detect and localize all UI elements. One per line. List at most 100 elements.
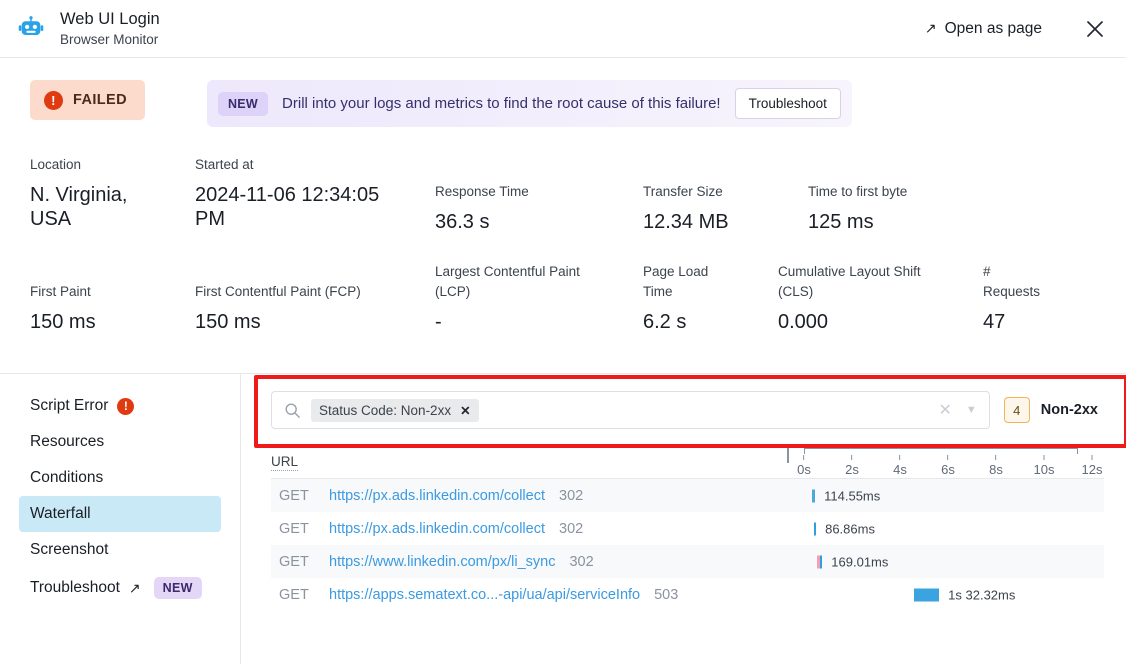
- sidebar-item-troubleshoot[interactable]: Troubleshoot ↗ NEW: [19, 568, 221, 608]
- metric-value: N. Virginia, USA: [30, 183, 128, 230]
- metric-value: 150 ms: [30, 310, 96, 333]
- waterfall-bar-label: 1s 32.32ms: [948, 587, 1016, 602]
- sidebar-item-waterfall[interactable]: Waterfall: [19, 496, 221, 532]
- waterfall-bar-label: 169.01ms: [831, 554, 889, 569]
- metric-label: Time to first byte: [808, 184, 908, 199]
- metrics-row-2: First Paint 150 ms First Contentful Pain…: [30, 260, 1106, 334]
- sidebar-item-screenshot[interactable]: Screenshot: [19, 532, 221, 568]
- metric-label: Largest Contentful Paint (LCP): [435, 264, 580, 299]
- open-as-page-button[interactable]: ↗ Open as page: [925, 20, 1042, 38]
- axis-tick: 8s: [989, 455, 1003, 477]
- request-status-code: 503: [654, 586, 679, 603]
- robot-icon: [14, 12, 48, 46]
- waterfall-bar-area: 86.86ms: [787, 512, 1078, 545]
- metric-label: First Contentful Paint (FCP): [195, 284, 361, 299]
- table-row[interactable]: GET https://apps.sematext.co...-api/ua/ap…: [271, 578, 1104, 611]
- axis-tick: 4s: [893, 455, 907, 477]
- metric-label: # Requests: [983, 264, 1041, 299]
- metric-label: Cumulative Layout Shift (CLS): [778, 264, 921, 299]
- waterfall-content: Status Code: Non-2xx ✕ ✕ ▼ 4 Non-2xx URL: [241, 374, 1126, 664]
- search-input[interactable]: Status Code: Non-2xx ✕ ✕ ▼: [271, 391, 990, 429]
- search-row: Status Code: Non-2xx ✕ ✕ ▼ 4 Non-2xx: [271, 391, 1104, 429]
- request-url-link[interactable]: https://px.ads.linkedin.com/collect: [329, 488, 545, 504]
- request-status-code: 302: [559, 520, 584, 537]
- new-badge: NEW: [153, 577, 202, 599]
- metric-value: 47: [983, 310, 1006, 333]
- result-count-group: 4 Non-2xx: [1003, 397, 1104, 423]
- exclamation-circle-icon: !: [44, 90, 63, 110]
- metric-time-to-first-byte: Time to first byte 125 ms: [808, 155, 988, 234]
- open-as-page-label: Open as page: [944, 19, 1042, 37]
- request-url-link[interactable]: https://apps.sematext.co...-api/ua/api/s…: [329, 587, 640, 603]
- request-method: GET: [279, 553, 309, 570]
- waterfall-bar-segment: [819, 555, 823, 568]
- axis-tick-mark: [851, 455, 853, 460]
- waterfall-bar: 1s 32.32ms: [914, 587, 1015, 602]
- result-count-label: Non-2xx: [1040, 402, 1098, 418]
- metric-label: Started at: [195, 157, 254, 172]
- arrow-up-right-icon: ↗: [924, 20, 937, 36]
- axis-tick-mark: [1043, 455, 1045, 460]
- metrics-grid: Location N. Virginia, USA Started at 202…: [0, 155, 1126, 334]
- timeline-axis: 0s 2s 4s 6s 8s 10s 12s: [787, 448, 1102, 477]
- summary-panel: ! FAILED NEW Drill into your logs and me…: [0, 58, 1126, 374]
- exclamation-circle-icon: !: [117, 397, 135, 415]
- clear-icon[interactable]: ✕: [938, 400, 951, 420]
- waterfall-bar: 169.01ms: [817, 554, 888, 569]
- axis-origin-mark: [787, 448, 789, 463]
- waterfall-bar-label: 114.55ms: [824, 488, 881, 503]
- metric-value: -: [435, 310, 442, 333]
- close-icon[interactable]: ✕: [460, 403, 470, 418]
- metric-value: 150 ms: [195, 310, 261, 333]
- table-header-row: URL 0s 2s 4s 6s 8s 10s 12s: [271, 445, 1104, 479]
- new-badge: NEW: [217, 91, 269, 116]
- axis-tick: 0s: [797, 455, 811, 477]
- table-row[interactable]: GET https://px.ads.linkedin.com/collect 30…: [271, 512, 1104, 545]
- troubleshoot-button[interactable]: Troubleshoot: [734, 88, 841, 119]
- promo-banner: NEW Drill into your logs and metrics to …: [206, 80, 852, 127]
- metric-value: 6.2 s: [643, 310, 687, 333]
- metric-label: First Paint: [30, 284, 91, 299]
- metric-fcp: First Contentful Paint (FCP) 150 ms: [195, 260, 435, 334]
- request-url-link[interactable]: https://px.ads.linkedin.com/collect: [329, 521, 545, 537]
- sidebar-item-label: Resources: [30, 433, 105, 450]
- metric-label: Transfer Size: [643, 184, 723, 199]
- filter-chip-status-code[interactable]: Status Code: Non-2xx ✕: [311, 398, 479, 422]
- sidebar-item-script-error[interactable]: Script Error !: [19, 388, 221, 424]
- axis-bracket: [804, 448, 1078, 454]
- metric-started-at: Started at 2024-11-06 12:34:05 PM: [195, 155, 435, 234]
- waterfall-table: URL 0s 2s 4s 6s 8s 10s 12s GET https://px.ads.l…: [271, 445, 1104, 611]
- sidebar-item-resources[interactable]: Resources: [19, 424, 221, 460]
- request-method: GET: [279, 487, 309, 504]
- request-method: GET: [279, 520, 309, 537]
- axis-tick-mark: [995, 455, 997, 460]
- sidebar-item-label: Waterfall: [30, 505, 91, 522]
- page-title: Web UI Login: [60, 10, 160, 29]
- axis-tick-mark: [899, 455, 901, 460]
- result-count-badge: 4: [1003, 397, 1030, 423]
- metric-value: 12.34 MB: [643, 210, 729, 233]
- close-icon[interactable]: [1082, 16, 1108, 42]
- axis-tick: 10s: [1034, 455, 1054, 477]
- sidebar-item-conditions[interactable]: Conditions: [19, 460, 221, 496]
- waterfall-bar: 114.55ms: [812, 488, 880, 503]
- chevron-down-icon[interactable]: ▼: [966, 404, 977, 416]
- metric-label: Response Time: [435, 184, 529, 199]
- column-header-url[interactable]: URL: [271, 454, 299, 471]
- search-icon: [284, 402, 301, 419]
- metric-value: 0.000: [778, 310, 829, 333]
- request-status-code: 302: [559, 487, 584, 504]
- metric-response-time: Response Time 36.3 s: [435, 155, 643, 234]
- axis-tick: 6s: [941, 455, 955, 477]
- waterfall-bar-segment: [914, 588, 940, 601]
- monitor-type-label: Browser Monitor: [60, 31, 159, 47]
- axis-ticks: 0s 2s 4s 6s 8s 10s 12s: [787, 448, 1102, 477]
- table-row[interactable]: GET https://www.linkedin.com/px/li_sync 30…: [271, 545, 1104, 578]
- status-badge: ! FAILED: [30, 80, 145, 120]
- request-method: GET: [279, 586, 309, 603]
- request-url-link[interactable]: https://www.linkedin.com/px/li_sync: [329, 554, 555, 570]
- metric-requests: # Requests 47: [983, 260, 1103, 334]
- metric-label: Location: [30, 157, 82, 172]
- promo-message: Drill into your logs and metrics to find…: [282, 95, 721, 112]
- table-row[interactable]: GET https://px.ads.linkedin.com/collect 30…: [271, 479, 1104, 512]
